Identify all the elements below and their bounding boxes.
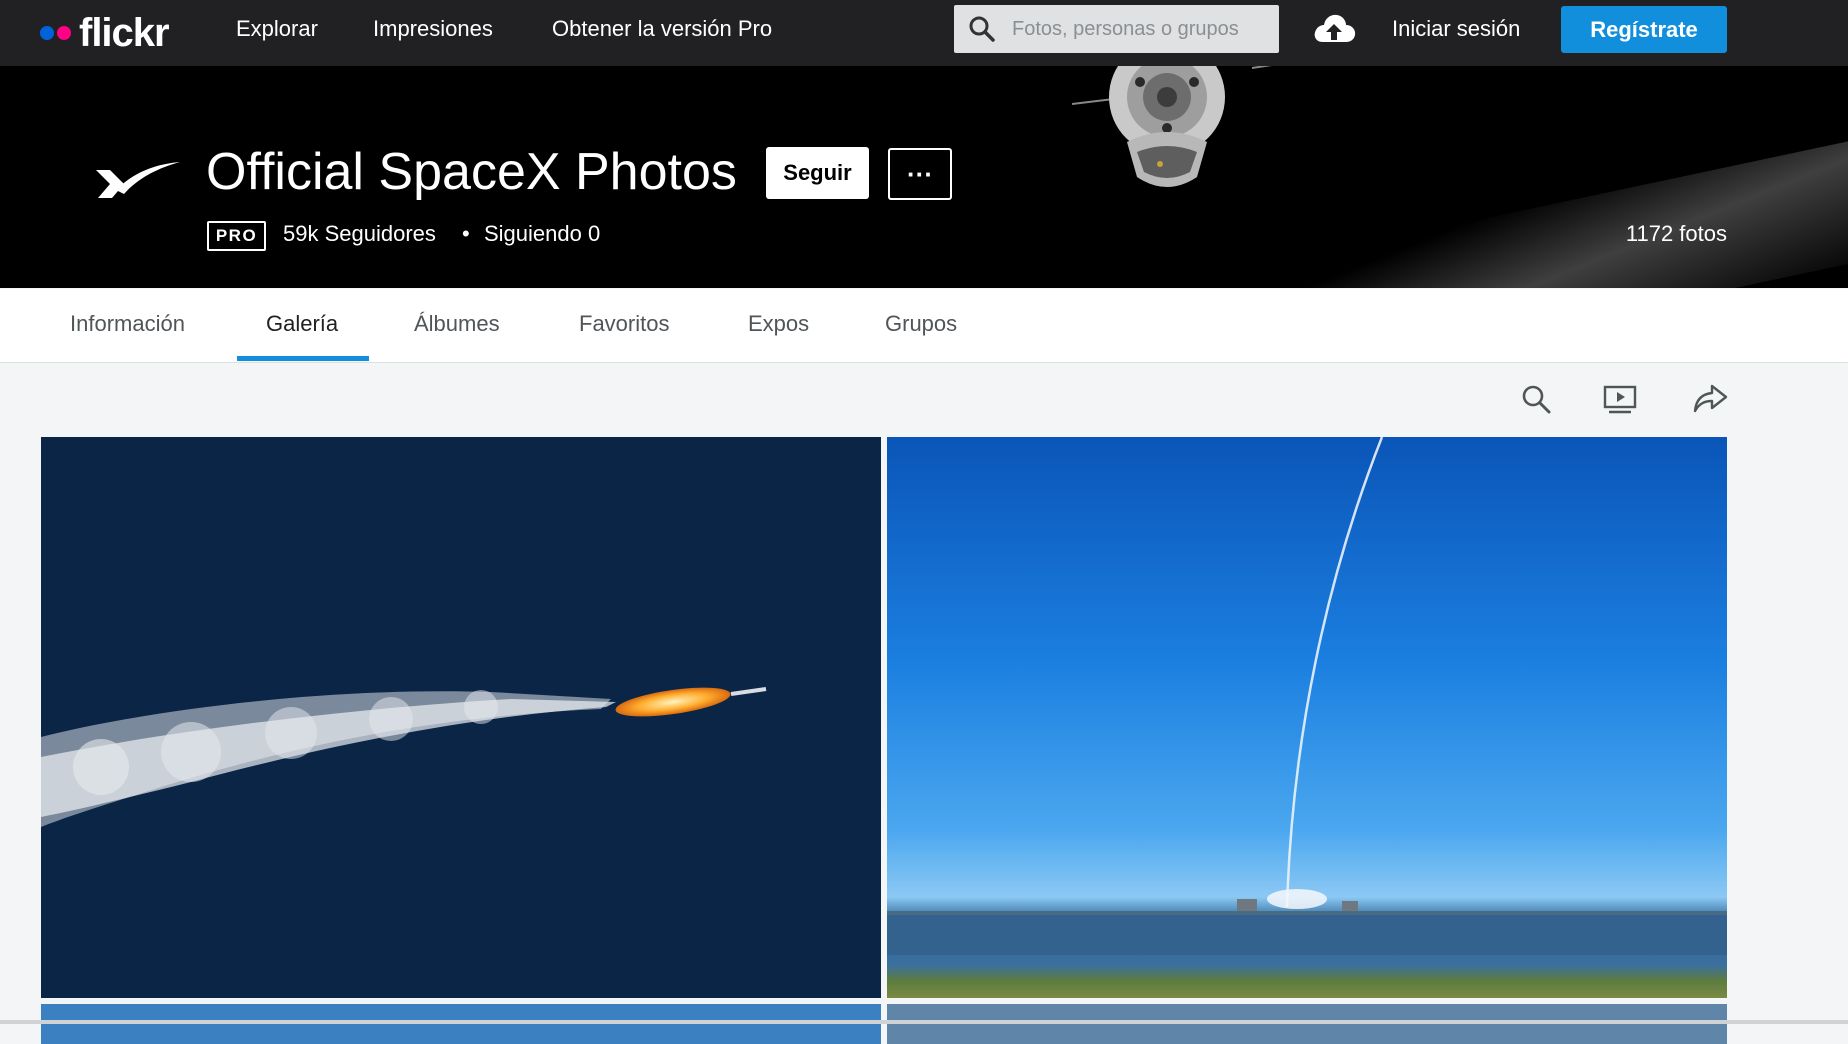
launch-trail-image [887, 437, 1727, 955]
tab-informacion[interactable]: Información [70, 311, 185, 337]
gallery-photo[interactable] [887, 437, 1727, 998]
gallery-photo[interactable] [41, 437, 881, 998]
login-link[interactable]: Iniciar sesión [1392, 16, 1520, 42]
dragon-capsule-image [1072, 66, 1273, 187]
followers-count[interactable]: 59k Seguidores [283, 221, 436, 247]
search-box[interactable] [954, 5, 1279, 53]
search-icon[interactable] [1520, 383, 1552, 415]
tab-galeria[interactable]: Galería [266, 311, 338, 337]
profile-cover: Official SpaceX Photos Seguir ··· PRO 59… [0, 66, 1848, 288]
slideshow-icon[interactable] [1603, 383, 1637, 415]
logo-wordmark: flickr [79, 10, 170, 55]
more-options-button[interactable]: ··· [888, 148, 952, 200]
logo-dot-pink [57, 26, 71, 40]
profile-tabs: Información Galería Álbumes Favoritos Ex… [0, 289, 1848, 363]
nav-link-impresiones[interactable]: Impresiones [373, 16, 493, 42]
nav-link-explorar[interactable]: Explorar [236, 16, 318, 42]
cloud-upload-icon[interactable] [1311, 10, 1357, 46]
spacex-x-logo [96, 162, 180, 198]
tab-favoritos[interactable]: Favoritos [579, 311, 669, 337]
gallery-photo[interactable] [41, 1004, 881, 1044]
separator-bullet: • [462, 221, 470, 246]
logo-dot-blue [40, 26, 54, 40]
rocket-plume-image [41, 687, 767, 827]
search-input[interactable] [1010, 16, 1254, 42]
signup-button[interactable]: Regístrate [1561, 6, 1727, 53]
photo-count: 1172 fotos [1625, 221, 1727, 246]
tab-expos[interactable]: Expos [748, 311, 809, 337]
gallery-photo[interactable] [887, 1004, 1727, 1044]
share-icon[interactable] [1692, 383, 1728, 415]
follow-button[interactable]: Seguir [766, 147, 869, 199]
active-tab-indicator [237, 356, 369, 361]
profile-name: Official SpaceX Photos [206, 143, 737, 201]
flickr-logo[interactable]: flickr [40, 8, 170, 58]
nav-link-pro[interactable]: Obtener la versión Pro [552, 16, 772, 42]
tab-grupos[interactable]: Grupos [885, 311, 957, 337]
pro-badge: PRO [207, 221, 266, 251]
search-icon [969, 16, 995, 42]
following-count[interactable]: Siguiendo 0 [484, 221, 600, 247]
top-navigation-bar: flickr Explorar Impresiones Obtener la v… [0, 0, 1848, 66]
tab-albumes[interactable]: Álbumes [414, 311, 500, 337]
page-bottom-edge [0, 1020, 1848, 1024]
